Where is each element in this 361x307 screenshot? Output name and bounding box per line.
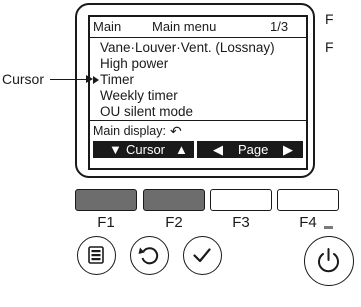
softkey-cursor-label: Cursor [126, 142, 166, 157]
menu-button[interactable] [77, 236, 116, 275]
f4-button[interactable] [277, 189, 339, 211]
f2-label: F2 [165, 214, 183, 231]
menu-item-vane-louver-vent[interactable]: Vane·Louver·Vent. (Lossnay) [100, 40, 275, 56]
return-button[interactable] [130, 236, 169, 275]
softkey-cursor: ▼ Cursor ▲ [93, 141, 194, 158]
main-display-label: Main display: [93, 124, 166, 138]
cursor-down-icon: ▼ [109, 142, 122, 157]
header-mode: Main [93, 19, 122, 34]
side-text-2: F [325, 39, 334, 55]
power-button[interactable] [304, 236, 354, 286]
f2-button[interactable] [143, 189, 205, 211]
menu-icon [88, 246, 104, 264]
status-divider [90, 120, 306, 121]
main-display-status: Main display: ↶ [93, 123, 182, 139]
softkey-bar: ▼ Cursor ▲ ◀ Page ▶ [93, 141, 303, 158]
select-button[interactable] [183, 236, 222, 275]
lcd-display: Main Main menu 1/3 Vane·Louver·Vent. (Lo… [88, 15, 308, 170]
menu-header: Main Main menu 1/3 [90, 17, 306, 38]
leader-arrow-icon [86, 75, 93, 83]
f3-label: F3 [232, 214, 250, 231]
menu-item-ou-silent-mode[interactable]: OU silent mode [100, 104, 193, 120]
side-text-1: F [325, 11, 334, 27]
selection-cursor-icon [93, 76, 99, 84]
return-icon: ↶ [169, 123, 182, 139]
page-indicator: 1/3 [270, 19, 289, 34]
f3-button[interactable] [210, 189, 272, 211]
power-icon [318, 248, 339, 273]
menu-item-weekly-timer[interactable]: Weekly timer [100, 88, 178, 104]
cursor-callout-label: Cursor [2, 71, 45, 87]
menu-title: Main menu [152, 19, 217, 34]
return-icon [138, 247, 159, 265]
menu-item-high-power[interactable]: High power [100, 56, 168, 72]
checkmark-icon [193, 248, 211, 263]
cursor-up-icon: ▲ [175, 142, 188, 157]
softkey-page: ◀ Page ▶ [197, 141, 303, 158]
softkey-page-label: Page [238, 142, 269, 157]
power-led [324, 226, 333, 229]
cursor-leader-line [50, 79, 88, 80]
page-prev-icon: ◀ [213, 142, 223, 157]
menu-item-timer[interactable]: Timer [100, 72, 134, 88]
f1-button[interactable] [75, 189, 137, 211]
page-next-icon: ▶ [283, 142, 293, 157]
f4-label: F4 [299, 214, 317, 231]
f1-label: F1 [97, 214, 115, 231]
